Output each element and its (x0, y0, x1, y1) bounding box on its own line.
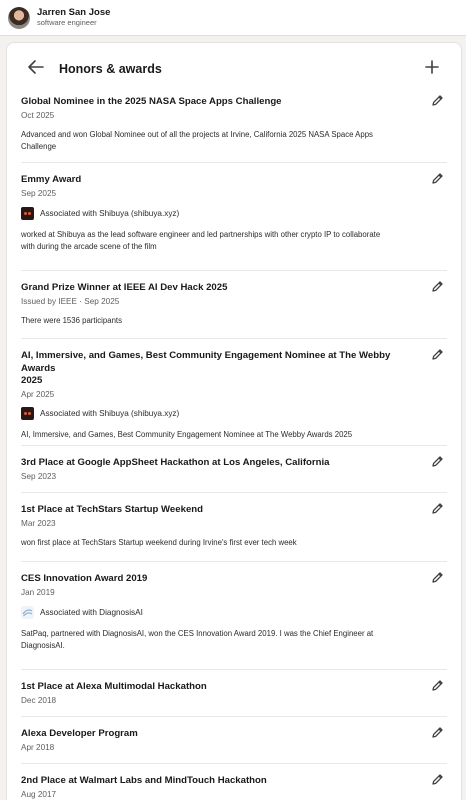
award-association: Associated with Shibuya (shibuya.xyz) (21, 406, 421, 420)
award-title: Emmy Award (21, 174, 82, 185)
award-description: There were 1536 participants (21, 315, 421, 328)
award-description: AI, Immersive, and Games, Best Community… (21, 429, 421, 442)
award-date: Jan 2019 (21, 587, 55, 597)
award-title: Global Nominee in the 2025 NASA Space Ap… (21, 96, 282, 107)
pencil-icon (431, 455, 444, 473)
award-association: Associated with Shibuya (shibuya.xyz) (21, 206, 421, 220)
profile-topbar: Jarren San Jose software engineer (0, 0, 466, 36)
award-date: Oct 2025 (21, 110, 55, 120)
award-item: 3rd Place at Google AppSheet Hackathon a… (21, 446, 447, 493)
edit-award-button[interactable] (429, 572, 445, 588)
edit-award-button[interactable] (429, 727, 445, 743)
award-description: SatPaq, partnered with DiagnosisAI, won … (21, 628, 421, 653)
award-date: Issued by IEEE · Sep 2025 (21, 296, 120, 306)
award-description-line: DiagnosisAI. (21, 641, 65, 650)
award-item: AI, Immersive, and Games, Best Community… (21, 339, 447, 446)
award-date: Sep 2025 (21, 188, 57, 198)
award-description-line: won first place at TechStars Startup wee… (21, 537, 297, 547)
pencil-icon (431, 773, 444, 791)
pencil-icon (431, 679, 444, 697)
edit-award-button[interactable] (429, 173, 445, 189)
shibuya-logo-icon (21, 406, 34, 420)
award-description: worked at Shibuya as the lead software e… (21, 229, 421, 254)
award-item: 1st Place at TechStars Startup Weekend M… (21, 493, 447, 562)
award-title: AI, Immersive, and Games, Best Community… (21, 350, 421, 388)
diagnosisai-logo-icon (21, 605, 34, 619)
award-association: Associated with DiagnosisAI (21, 605, 421, 619)
shibuya-logo-icon (21, 206, 34, 220)
award-date: Aug 2017 (21, 789, 57, 799)
award-item: Global Nominee in the 2025 NASA Space Ap… (21, 95, 447, 163)
association-label: Associated with Shibuya (shibuya.xyz) (40, 208, 180, 218)
award-description: Advanced and won Global Nominee out of a… (21, 129, 421, 154)
award-title-line: 2025 (21, 375, 43, 386)
add-award-button[interactable] (421, 58, 443, 80)
edit-award-button[interactable] (429, 680, 445, 696)
award-date: Apr 2025 (21, 389, 55, 399)
pencil-icon (431, 502, 444, 520)
award-description-line: Challenge (21, 142, 57, 151)
award-title: Grand Prize Winner at IEEE AI Dev Hack 2… (21, 282, 228, 293)
association-label: Associated with DiagnosisAI (40, 607, 143, 617)
award-description-line: worked at Shibuya as the lead software e… (21, 229, 381, 239)
award-item: Alexa Developer Program Apr 2018 (21, 717, 447, 764)
award-item: CES Innovation Award 2019 Jan 2019 Assoc… (21, 562, 447, 670)
card-header: Honors & awards (7, 43, 461, 95)
award-date: Mar 2023 (21, 518, 56, 528)
profile-headline: software engineer (37, 17, 97, 27)
pencil-icon (431, 348, 444, 366)
award-title: 1st Place at TechStars Startup Weekend (21, 504, 203, 515)
award-title: 2nd Place at Walmart Labs and MindTouch … (21, 775, 267, 786)
award-description-line: Advanced and won Global Nominee out of a… (21, 129, 373, 139)
page-title: Honors & awards (59, 62, 162, 76)
award-title: 1st Place at Alexa Multimodal Hackathon (21, 681, 207, 692)
award-description-line: AI, Immersive, and Games, Best Community… (21, 429, 353, 439)
arrow-left-icon (28, 59, 44, 79)
award-description-line: There were 1536 participants (21, 315, 122, 325)
award-date: Dec 2018 (21, 695, 57, 705)
award-date: Apr 2018 (21, 742, 55, 752)
award-description: won first place at TechStars Startup wee… (21, 537, 421, 550)
profile-identity: Jarren San Jose software engineer (37, 7, 110, 27)
award-item: 1st Place at Alexa Multimodal Hackathon … (21, 670, 447, 717)
pencil-icon (431, 94, 444, 112)
edit-award-button[interactable] (429, 774, 445, 790)
award-description-line: with during the arcade scene of the film (21, 242, 157, 251)
award-item: Emmy Award Sep 2025 Associated with Shib… (21, 163, 447, 271)
award-title: CES Innovation Award 2019 (21, 573, 148, 584)
plus-icon (425, 59, 439, 79)
edit-award-button[interactable] (429, 456, 445, 472)
award-description-line: SatPaq, partnered with DiagnosisAI, won … (21, 628, 374, 638)
association-label: Associated with Shibuya (shibuya.xyz) (40, 408, 180, 418)
edit-award-button[interactable] (429, 503, 445, 519)
pencil-icon (431, 280, 444, 298)
award-title: 3rd Place at Google AppSheet Hackathon a… (21, 457, 330, 468)
honors-card: Honors & awards Global Nominee in the 20… (6, 42, 462, 800)
pencil-icon (431, 726, 444, 744)
award-date: Sep 2023 (21, 471, 57, 481)
edit-award-button[interactable] (429, 349, 445, 365)
back-button[interactable] (25, 58, 47, 80)
avatar[interactable] (8, 6, 30, 29)
award-title-line: AI, Immersive, and Games, Best Community… (21, 350, 391, 374)
edit-award-button[interactable] (429, 95, 445, 111)
edit-award-button[interactable] (429, 281, 445, 297)
award-item: Grand Prize Winner at IEEE AI Dev Hack 2… (21, 271, 447, 339)
pencil-icon (431, 172, 444, 190)
award-item: 2nd Place at Walmart Labs and MindTouch … (21, 764, 447, 800)
pencil-icon (431, 571, 444, 589)
award-title: Alexa Developer Program (21, 728, 138, 739)
